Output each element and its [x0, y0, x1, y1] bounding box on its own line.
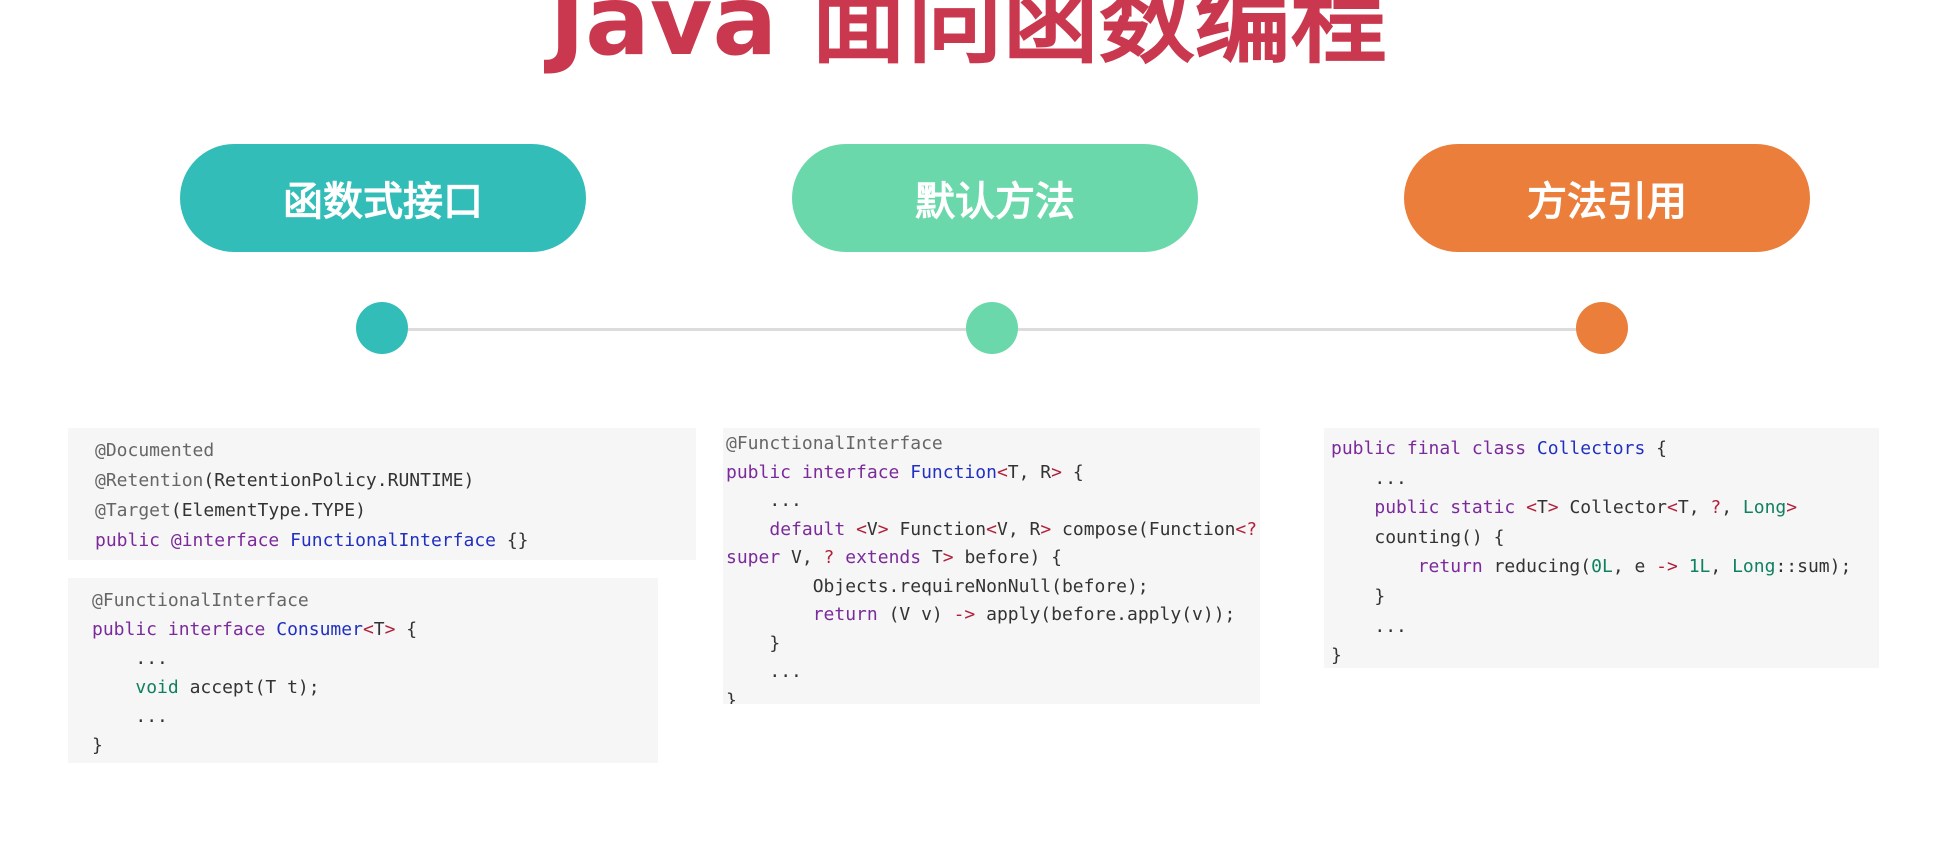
timeline-dot-3 — [1576, 302, 1628, 354]
code-block-consumer: @FunctionalInterface public interface Co… — [68, 578, 658, 763]
timeline-dot-1 — [356, 302, 408, 354]
pill-label: 默认方法 — [915, 179, 1075, 225]
pill-functional-interface: 函数式接口 — [180, 144, 586, 252]
pill-label: 方法引用 — [1527, 179, 1687, 225]
code-block-function-compose: @FunctionalInterface public interface Fu… — [723, 428, 1260, 704]
code-block-functional-interface: @Documented @Retention(RetentionPolicy.R… — [68, 428, 696, 560]
pill-method-reference: 方法引用 — [1404, 144, 1810, 252]
pill-default-method: 默认方法 — [792, 144, 1198, 252]
code-block-collectors: public final class Collectors { ... publ… — [1324, 428, 1879, 668]
timeline-dot-2 — [966, 302, 1018, 354]
page-title: Java 面向函数编程 — [549, 0, 1387, 77]
pill-label: 函数式接口 — [283, 179, 483, 225]
